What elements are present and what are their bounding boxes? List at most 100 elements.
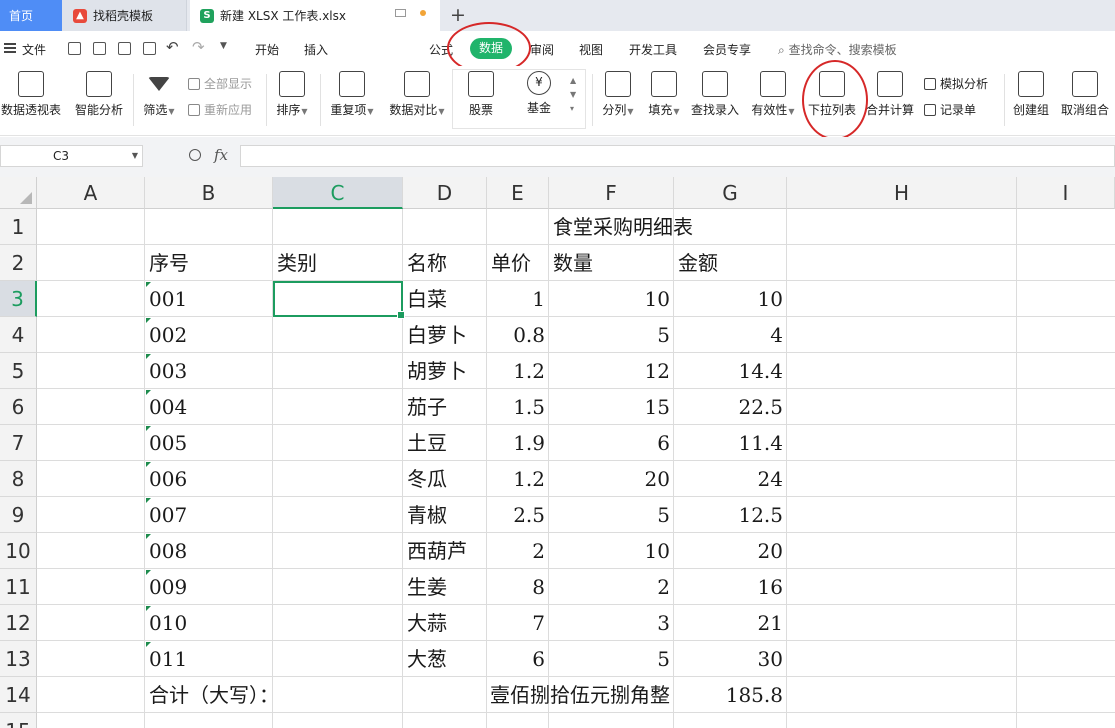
unit-price-cell[interactable]: 1.2 [487,461,549,497]
unit-price-cell[interactable]: 2.5 [487,497,549,533]
serial-cell[interactable]: 010 [145,605,273,641]
new-tab-button[interactable]: + [450,4,466,26]
print-icon[interactable] [118,42,131,55]
row-header-13[interactable]: 13 [0,641,37,677]
menu-view[interactable]: 视图 [579,41,603,58]
column-header-d[interactable]: D [403,177,487,209]
unit-price-cell[interactable]: 8 [487,569,549,605]
menu-review[interactable]: 审阅 [530,41,554,58]
create-group-button[interactable]: 创建组 [1010,71,1052,118]
quantity-cell[interactable]: 20 [549,461,674,497]
row-header-1[interactable]: 1 [0,209,37,245]
monitor-icon[interactable] [395,9,406,17]
show-all-button[interactable]: 全部显示 [188,75,252,92]
command-search[interactable]: ⌕ 查找命令、搜索模板 [778,41,897,58]
menu-data[interactable]: 数据 [470,38,512,59]
quantity-cell[interactable]: 10 [549,281,674,317]
serial-cell[interactable]: 003 [145,353,273,389]
amount-cell[interactable]: 21 [674,605,787,641]
total-words-cell[interactable]: 壹佰捌拾伍元捌角整 [403,677,674,713]
fill-button[interactable]: 填充▼ [644,71,684,118]
tab-workbook[interactable]: S 新建 XLSX 工作表.xlsx [190,0,440,31]
quantity-cell[interactable]: 5 [549,497,674,533]
serial-cell[interactable]: 009 [145,569,273,605]
active-cell-c3[interactable] [273,281,405,319]
serial-cell[interactable]: 007 [145,497,273,533]
unit-price-cell[interactable]: 2 [487,533,549,569]
tab-daoke-templates[interactable]: ▲ 找稻壳模板 [62,0,187,31]
ungroup-button[interactable]: 取消组合 [1058,71,1112,118]
item-name-cell[interactable]: 大蒜 [403,605,487,641]
column-header-a[interactable]: A [37,177,145,209]
total-label-cell[interactable]: 合计（大写）： [145,677,283,713]
amount-cell[interactable]: 14.4 [674,353,787,389]
save-icon[interactable] [68,42,81,55]
menu-insert[interactable]: 插入 [304,41,328,58]
amount-cell[interactable]: 30 [674,641,787,677]
pivot-table-button[interactable]: 数据透视表 [0,71,62,118]
item-name-cell[interactable]: 白菜 [403,281,487,317]
row-header-12[interactable]: 12 [0,605,37,641]
serial-cell[interactable]: 011 [145,641,273,677]
column-header-b[interactable]: B [145,177,273,209]
tab-home[interactable]: 首页 [0,0,62,31]
item-name-cell[interactable]: 胡萝卜 [403,353,487,389]
amount-cell[interactable]: 11.4 [674,425,787,461]
data-compare-button[interactable]: 数据对比▼ [384,71,450,118]
row-header-14[interactable]: 14 [0,677,37,713]
redo-icon[interactable]: ↷ [192,38,205,56]
item-name-cell[interactable]: 青椒 [403,497,487,533]
row-header-7[interactable]: 7 [0,425,37,461]
quantity-cell[interactable]: 15 [549,389,674,425]
amount-cell[interactable]: 4 [674,317,787,353]
column-header-h[interactable]: H [787,177,1017,209]
header-cell[interactable]: 单价 [487,245,549,281]
quantity-cell[interactable]: 6 [549,425,674,461]
header-cell[interactable]: 名称 [403,245,487,281]
item-name-cell[interactable]: 土豆 [403,425,487,461]
name-box[interactable]: C3 ▼ [0,145,143,167]
unit-price-cell[interactable]: 1.5 [487,389,549,425]
serial-cell[interactable]: 005 [145,425,273,461]
quantity-cell[interactable]: 2 [549,569,674,605]
item-name-cell[interactable]: 冬瓜 [403,461,487,497]
row-header-9[interactable]: 9 [0,497,37,533]
what-if-analysis-button[interactable]: 模拟分析 [924,75,988,92]
item-name-cell[interactable]: 白萝卜 [403,317,487,353]
row-header-6[interactable]: 6 [0,389,37,425]
serial-cell[interactable]: 006 [145,461,273,497]
item-name-cell[interactable]: 生姜 [403,569,487,605]
column-header-f[interactable]: F [549,177,674,209]
fx-icon[interactable]: fx [214,146,228,164]
row-header-10[interactable]: 10 [0,533,37,569]
header-cell[interactable]: 金额 [674,245,787,281]
unit-price-cell[interactable]: 0.8 [487,317,549,353]
fund-button[interactable]: ¥ 基金 [516,71,562,116]
serial-cell[interactable]: 002 [145,317,273,353]
amount-cell[interactable]: 16 [674,569,787,605]
quantity-cell[interactable]: 5 [549,317,674,353]
unit-price-cell[interactable]: 6 [487,641,549,677]
lookup-entry-button[interactable]: 查找录入 [690,71,740,118]
duplicates-button[interactable]: 重复项▼ [326,71,378,118]
dropdown-list-button[interactable]: 下拉列表 [806,71,858,118]
header-cell[interactable]: 数量 [549,245,674,281]
amount-cell[interactable]: 24 [674,461,787,497]
unit-price-cell[interactable]: 1.9 [487,425,549,461]
amount-cell[interactable]: 22.5 [674,389,787,425]
column-header-i[interactable]: I [1017,177,1115,209]
quantity-cell[interactable]: 5 [549,641,674,677]
amount-cell[interactable]: 12.5 [674,497,787,533]
unit-price-cell[interactable]: 7 [487,605,549,641]
record-form-button[interactable]: 记录单 [924,101,976,118]
undo-icon[interactable]: ↶ [166,38,179,56]
quantity-cell[interactable]: 3 [549,605,674,641]
row-header-3[interactable]: 3 [0,281,37,317]
hamburger-icon[interactable] [4,43,16,53]
unit-price-cell[interactable]: 1 [487,281,549,317]
reapply-button[interactable]: 重新应用 [188,101,252,118]
menu-member[interactable]: 会员专享 [703,41,751,58]
sheet-title-cell[interactable]: 食堂采购明细表 [549,209,697,245]
header-cell[interactable]: 类别 [273,245,403,281]
column-header-g[interactable]: G [674,177,787,209]
